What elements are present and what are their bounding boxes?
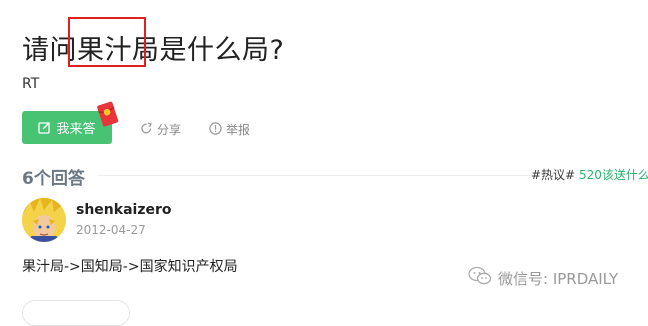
question-title: 请问果汁局是什么局? — [22, 35, 285, 66]
answer-date: 2012-04-27 — [76, 223, 146, 237]
red-envelope-icon[interactable] — [96, 100, 120, 130]
watermark-label: 微信号: IPRDAILY — [498, 269, 619, 288]
divider — [98, 175, 538, 176]
bottom-pill-button[interactable] — [22, 300, 130, 326]
avatar[interactable] — [22, 198, 66, 242]
hot-topic-tag[interactable]: #热议# 520该送什么礼 — [531, 166, 648, 183]
wechat-icon — [468, 266, 492, 290]
answer-text: 果汁局->国知局->国家知识产权局 — [22, 259, 238, 275]
question-body: RT — [22, 76, 40, 92]
share-action[interactable]: 分享 — [140, 121, 181, 138]
share-icon — [140, 121, 153, 138]
wechat-watermark: 微信号: IPRDAILY — [468, 266, 618, 290]
answer-button-label: 我来答 — [56, 122, 96, 137]
hot-topic-link[interactable]: 520该送什么礼 — [575, 168, 648, 182]
answers-count: 6个回答 — [22, 169, 85, 189]
edit-icon — [38, 121, 51, 134]
warning-icon — [209, 121, 222, 138]
username[interactable]: shenkaizero — [76, 202, 171, 218]
report-label: 举报 — [226, 123, 251, 137]
hot-topic-prefix: #热议# — [531, 168, 576, 182]
report-action[interactable]: 举报 — [209, 121, 250, 138]
share-label: 分享 — [157, 123, 182, 137]
highlight-box — [68, 17, 146, 67]
